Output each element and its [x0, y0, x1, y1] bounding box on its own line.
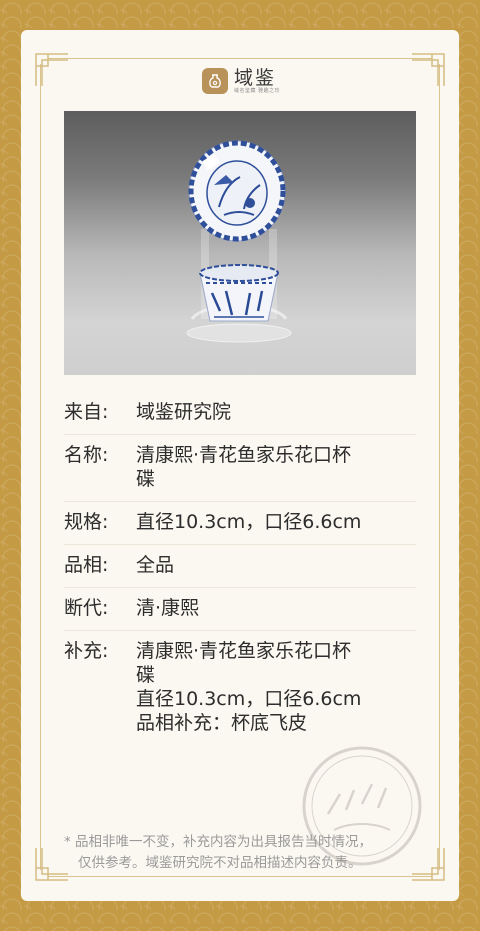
- detail-value-line: 碟: [136, 664, 156, 686]
- detail-row: 补充: 清康熙·青花鱼家乐花口杯碟直径10.3cm，口径6.6cm 品相补充：杯底飞…: [64, 631, 416, 745]
- detail-label: 规格:: [64, 511, 109, 533]
- detail-label: 来自:: [64, 401, 109, 423]
- detail-value: 清·康熙: [136, 596, 416, 620]
- frame-top-line: [48, 58, 432, 59]
- brand-name: 域鉴: [234, 66, 277, 89]
- detail-value: 全品: [136, 553, 416, 577]
- detail-value-line: 直径10.3cm，口径6.6cm: [136, 511, 362, 533]
- detail-label: 名称:: [64, 444, 109, 466]
- detail-row: 名称: 清康熙·青花鱼家乐花口杯碟: [64, 435, 416, 502]
- detail-value-line: 碟: [136, 468, 156, 490]
- detail-row: 品相: 全品: [64, 545, 416, 588]
- frame-right-line: [439, 64, 440, 870]
- detail-value-line: 品相补充：杯底飞皮: [136, 712, 308, 734]
- detail-label: 补充:: [64, 640, 109, 662]
- detail-value-line: 域鉴研究院: [136, 401, 232, 423]
- detail-row: 断代: 清·康熙: [64, 588, 416, 631]
- corner-ornament-top-right: [410, 52, 446, 88]
- detail-label: 断代:: [64, 597, 109, 619]
- detail-value: 清康熙·青花鱼家乐花口杯碟: [136, 443, 416, 491]
- vase-icon: [202, 68, 228, 94]
- detail-list: 来自: 域鉴研究院 名称: 清康熙·青花鱼家乐花口杯碟规格: 直径10.3cm，口径6.…: [64, 392, 416, 745]
- frame-bottom-line: [48, 876, 432, 877]
- detail-value: 域鉴研究院: [136, 400, 416, 424]
- detail-row: 来自: 域鉴研究院: [64, 392, 416, 435]
- detail-value-line: 全品: [136, 554, 175, 576]
- detail-row: 规格: 直径10.3cm，口径6.6cm: [64, 502, 416, 545]
- detail-value-line: 直径10.3cm，口径6.6cm: [136, 688, 362, 710]
- detail-value: 直径10.3cm，口径6.6cm: [136, 510, 416, 534]
- detail-value: 清康熙·青花鱼家乐花口杯碟直径10.3cm，口径6.6cm 品相补充：杯底飞皮: [136, 639, 416, 735]
- frame-left-line: [40, 64, 41, 870]
- detail-label: 品相:: [64, 554, 109, 576]
- brand-logo: 域鉴 域名鉴藏 雅趣之珍: [202, 66, 280, 96]
- detail-value-line: 清康熙·青花鱼家乐花口杯: [136, 640, 352, 662]
- detail-value-line: 清·康熙: [136, 597, 200, 619]
- detail-value-line: 清康熙·青花鱼家乐花口杯: [136, 444, 352, 466]
- brand-tagline: 域名鉴藏 雅趣之珍: [234, 87, 281, 94]
- corner-ornament-top-left: [34, 52, 70, 88]
- product-photo: [64, 111, 416, 375]
- research-seal-stamp: [300, 744, 424, 868]
